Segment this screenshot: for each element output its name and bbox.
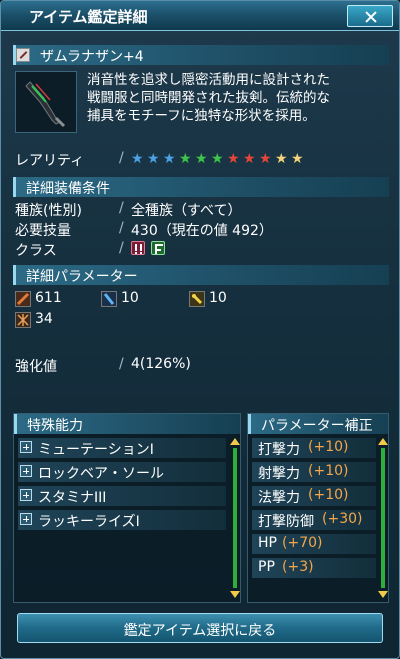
abilities-scrollbar[interactable] xyxy=(233,448,237,588)
bonus-value: (+10) xyxy=(308,463,349,479)
tech-attack-icon xyxy=(189,291,205,307)
strike-attack-icon xyxy=(15,291,31,307)
close-button[interactable] xyxy=(347,5,393,27)
separator: / xyxy=(119,356,124,372)
title-bar: アイテム鑑定詳細 xyxy=(1,1,399,31)
separator: / xyxy=(119,240,124,256)
rarity-star-icon: ★ xyxy=(211,151,224,167)
description-line: 戦闘服と同時開発された抜剣。伝統的な xyxy=(87,90,330,106)
bonus-name: HP xyxy=(258,535,277,551)
back-button-label: 鑑定アイテム選択に戻る xyxy=(123,623,277,639)
rarity-star-icon: ★ xyxy=(275,151,288,167)
expand-icon xyxy=(20,441,32,453)
expand-icon xyxy=(20,489,32,501)
rarity-star-icon: ★ xyxy=(243,151,256,167)
grind-value: 4(126%) xyxy=(131,356,191,372)
scroll-down-arrow[interactable] xyxy=(230,591,240,598)
bonus-name: 法撃力 xyxy=(258,490,300,506)
special-abilities-header: 特殊能力 xyxy=(14,414,240,434)
fighter-class-icon xyxy=(151,241,165,255)
ability-item[interactable]: ミューテーションI xyxy=(18,438,226,458)
bonus-row: 打撃力 (+10) xyxy=(252,438,376,458)
req-label-class: クラス xyxy=(15,243,57,259)
back-to-selection-button[interactable]: 鑑定アイテム選択に戻る xyxy=(17,613,383,643)
expand-icon xyxy=(20,513,32,525)
item-image xyxy=(15,71,77,133)
rarity-star-icon: ★ xyxy=(131,151,144,167)
item-description: 消音性を追求し隠密活動用に設計された 戦闘服と同時開発された抜剣。伝統的な 捕具… xyxy=(87,71,387,125)
description-line: 捕具をモチーフに独特な形状を採用。 xyxy=(87,108,316,124)
bonus-row: PP (+3) xyxy=(252,558,376,578)
rarity-star-icon: ★ xyxy=(259,151,272,167)
dexterity-icon xyxy=(15,312,31,328)
bonus-row: 打撃防御 (+30) xyxy=(252,510,376,530)
param-bonus-header: パラメーター補正 xyxy=(248,414,388,434)
bonus-value: (+3) xyxy=(282,559,314,575)
req-value-race: 全種族（すべて） xyxy=(131,203,242,219)
bonus-value: (+30) xyxy=(322,511,363,527)
rarity-star-icon: ★ xyxy=(179,151,192,167)
rarity-star-icon: ★ xyxy=(291,151,304,167)
ranged-attack-icon xyxy=(101,291,117,307)
special-abilities-panel: 特殊能力 ミューテーションI ロックベア・ソール スタミナIII ラッキーライズ… xyxy=(13,413,241,603)
requirements-header: 詳細装備条件 xyxy=(13,177,389,197)
separator: / xyxy=(119,220,124,236)
ability-name: ラッキーライズI xyxy=(38,514,140,530)
rarity-star-icon: ★ xyxy=(227,151,240,167)
rarity-star-icon: ★ xyxy=(163,151,176,167)
scroll-down-arrow[interactable] xyxy=(378,591,388,598)
ability-item[interactable]: ロックベア・ソール xyxy=(18,462,226,482)
sword-type-icon xyxy=(16,48,30,62)
ability-item[interactable]: ラッキーライズI xyxy=(18,510,226,530)
bonus-row: 法撃力 (+10) xyxy=(252,486,376,506)
ability-name: ロックベア・ソール xyxy=(38,466,164,482)
item-appraisal-window: アイテム鑑定詳細 ザムラナザン+4 消音性を追求し隠密活動用に設計された 戦闘服… xyxy=(0,0,400,659)
item-name: ザムラナザン+4 xyxy=(40,49,144,65)
bonus-scrollbar[interactable] xyxy=(381,448,385,588)
rarity-label: レアリティ xyxy=(15,153,85,169)
bonus-value: (+10) xyxy=(308,439,349,455)
requirements-title: 詳細装備条件 xyxy=(26,181,110,197)
ability-name: スタミナIII xyxy=(38,490,107,506)
scroll-up-arrow[interactable] xyxy=(378,438,388,445)
expand-icon xyxy=(20,465,32,477)
scroll-up-arrow[interactable] xyxy=(230,438,240,445)
req-value-skill: 430（現在の値 492） xyxy=(131,223,273,239)
window-title: アイテム鑑定詳細 xyxy=(29,8,148,26)
weapon-icon xyxy=(25,81,66,128)
grind-label: 強化値 xyxy=(15,359,57,375)
bonus-name: 打撃防御 xyxy=(258,514,314,530)
stat-tech-value: 10 xyxy=(209,290,227,306)
bonus-name: 射撃力 xyxy=(258,466,300,482)
stat-strike-value: 611 xyxy=(35,290,62,306)
param-bonus-title: パラメーター補正 xyxy=(261,418,373,434)
rarity-star-icon: ★ xyxy=(147,151,160,167)
req-label-skill: 必要技量 xyxy=(15,223,71,239)
separator: / xyxy=(119,200,124,216)
bonus-row: 射撃力 (+10) xyxy=(252,462,376,482)
hunter-class-icon xyxy=(131,241,145,255)
req-label-race: 種族(性別) xyxy=(15,203,82,219)
parameters-title: 詳細パラメーター xyxy=(26,269,138,285)
bonus-name: 打撃力 xyxy=(258,442,300,458)
bonus-value: (+10) xyxy=(308,487,349,503)
ability-item[interactable]: スタミナIII xyxy=(18,486,226,506)
separator: / xyxy=(119,150,124,166)
rarity-star-icon: ★ xyxy=(195,151,208,167)
parameters-header: 詳細パラメーター xyxy=(13,265,389,285)
param-bonus-panel: パラメーター補正 打撃力 (+10) 射撃力 (+10) 法撃力 (+10) 打… xyxy=(247,413,389,603)
stat-dex-value: 34 xyxy=(35,311,53,327)
bonus-value: (+70) xyxy=(282,535,323,551)
description-line: 消音性を追求し隠密活動用に設計された xyxy=(87,72,330,88)
special-abilities-title: 特殊能力 xyxy=(27,418,83,434)
ability-name: ミューテーションI xyxy=(38,442,154,458)
stat-ranged-value: 10 xyxy=(121,290,139,306)
bonus-name: PP xyxy=(258,559,275,575)
item-name-bar: ザムラナザン+4 xyxy=(13,45,389,65)
bonus-row: HP (+70) xyxy=(252,534,376,554)
